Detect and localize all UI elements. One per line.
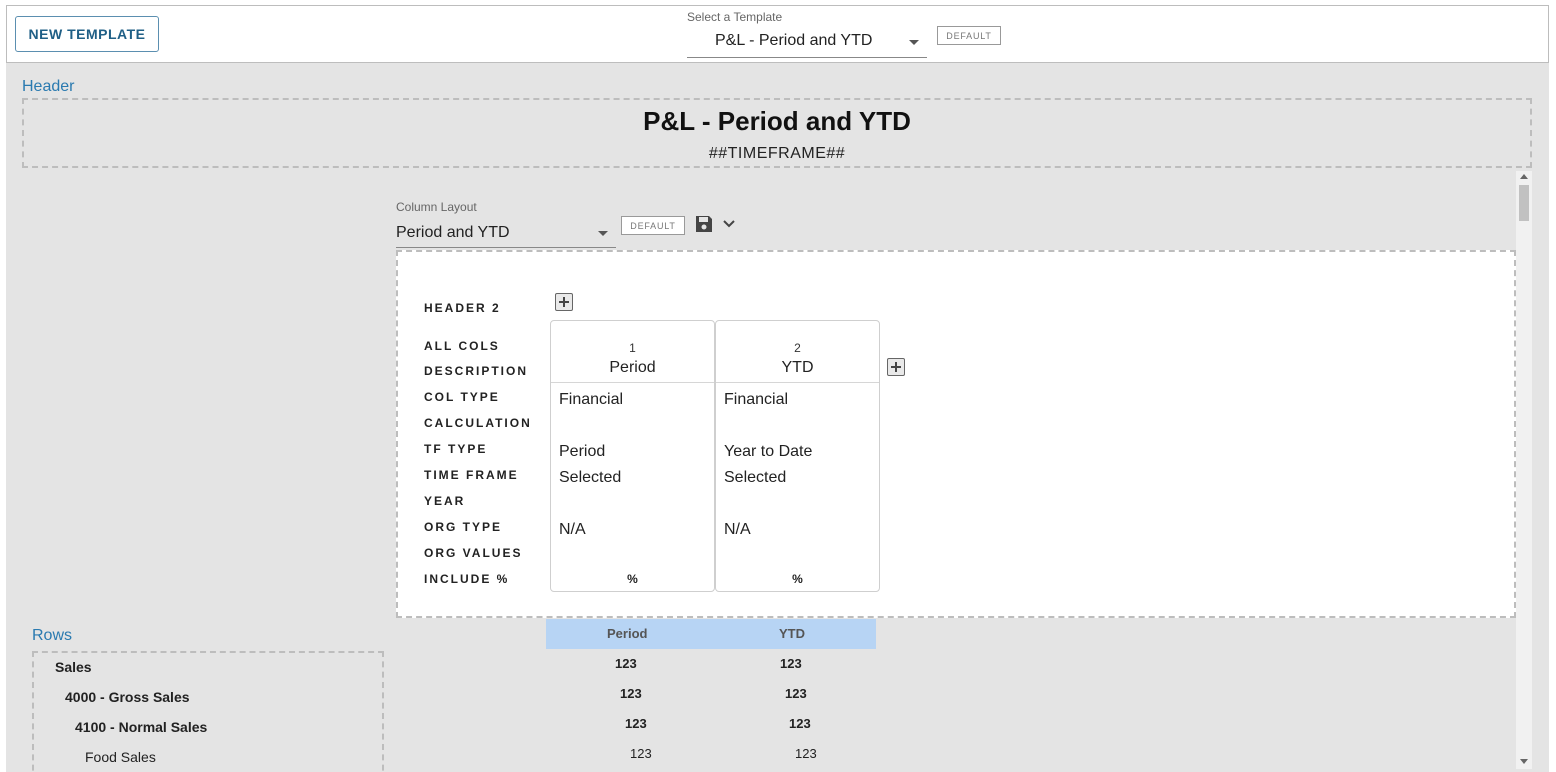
grid-header-ytd: YTD: [779, 626, 805, 641]
column-org-type: N/A: [559, 521, 586, 538]
row-label-col-type: COL TYPE: [424, 390, 500, 404]
grid-cell: 123: [615, 656, 637, 671]
rows-section-label: Rows: [32, 627, 73, 644]
report-title: P&L - Period and YTD: [643, 106, 911, 136]
template-select[interactable]: Select a Template P&L - Period and YTD: [687, 10, 927, 58]
template-editor-canvas: Header P&L - Period and YTD ##TIMEFRAME#…: [6, 63, 1549, 772]
row-label-org-type: ORG TYPE: [424, 520, 503, 534]
grid-cell: 123: [630, 746, 652, 761]
column-number: 1: [629, 341, 636, 355]
include-percent-icon[interactable]: %: [551, 572, 714, 586]
row-label-calculation: CALCULATION: [424, 416, 532, 430]
dropdown-caret-icon: [598, 231, 608, 236]
scroll-up-arrow-icon[interactable]: [1520, 174, 1528, 179]
template-default-badge[interactable]: DEFAULT: [937, 26, 1001, 45]
dropdown-caret-icon: [909, 40, 919, 45]
column-tf-type: Period: [559, 443, 606, 460]
vertical-scrollbar[interactable]: [1516, 171, 1532, 769]
column-col-type: Financial: [724, 391, 789, 408]
add-column-plus-icon[interactable]: [887, 358, 905, 376]
row-label-description: DESCRIPTION: [424, 364, 529, 378]
row-label-all-cols: ALL COLS: [424, 339, 500, 353]
save-icon[interactable]: [695, 215, 713, 233]
column-number: 2: [794, 341, 801, 355]
header-dropzone[interactable]: P&L - Period and YTD ##TIMEFRAME##: [22, 98, 1532, 168]
row-item-gross-sales[interactable]: 4000 - Gross Sales: [65, 689, 190, 705]
divider: [551, 382, 714, 383]
column-col-type: Financial: [559, 391, 624, 408]
row-item-sales[interactable]: Sales: [55, 659, 92, 675]
column-layout-default-badge[interactable]: DEFAULT: [621, 216, 685, 235]
grid-header-period: Period: [607, 626, 648, 641]
grid-cell: 123: [795, 746, 817, 761]
row-label-time-frame: TIME FRAME: [424, 468, 519, 482]
rows-dropzone: Sales 4000 - Gross Sales 4100 - Normal S…: [32, 651, 384, 772]
report-subtitle: ##TIMEFRAME##: [708, 145, 846, 162]
column-description: YTD: [781, 359, 814, 376]
grid-cell: 123: [780, 656, 802, 671]
include-percent-icon[interactable]: %: [716, 572, 879, 586]
row-item-normal-sales[interactable]: 4100 - Normal Sales: [75, 719, 207, 735]
divider: [716, 382, 879, 383]
select-underline: [687, 57, 927, 58]
grid-cell: 123: [789, 716, 811, 731]
chevron-down-icon[interactable]: [722, 218, 736, 230]
add-header-plus-icon[interactable]: [555, 293, 573, 311]
row-label-tf-type: TF TYPE: [424, 442, 488, 456]
scroll-down-arrow-icon[interactable]: [1520, 759, 1528, 764]
column-definition-dropzone: HEADER 2 ALL COLS DESCRIPTION COL TYPE C…: [396, 250, 1516, 618]
column-description: Period: [609, 359, 656, 376]
grid-cell: 123: [625, 716, 647, 731]
column-time-frame: Selected: [724, 469, 787, 486]
top-toolbar: NEW TEMPLATE Select a Template P&L - Per…: [6, 5, 1549, 63]
row-label-header-2: HEADER 2: [424, 301, 501, 315]
new-template-button[interactable]: NEW TEMPLATE: [15, 16, 159, 52]
column-layout-select[interactable]: Column Layout Period and YTD: [396, 200, 616, 248]
column-layout-value: Period and YTD: [396, 224, 510, 241]
scrollbar-thumb[interactable]: [1519, 185, 1529, 221]
column-time-frame: Selected: [559, 469, 622, 486]
template-select-value: P&L - Period and YTD: [715, 32, 873, 49]
select-underline: [396, 247, 616, 248]
column-layout-label: Column Layout: [396, 200, 477, 214]
column-tf-type: Year to Date: [724, 443, 813, 460]
template-select-label: Select a Template: [687, 10, 783, 24]
row-label-year: YEAR: [424, 494, 466, 508]
column-card-period[interactable]: 1 Period Financial Period Selected N/A %: [550, 320, 715, 592]
row-item-food-sales[interactable]: Food Sales: [85, 749, 156, 765]
preview-grid-header: Period YTD: [546, 619, 876, 649]
grid-cell: 123: [620, 686, 642, 701]
grid-cell: 123: [785, 686, 807, 701]
row-label-org-values: ORG VALUES: [424, 546, 523, 560]
row-label-include-pct: INCLUDE %: [424, 572, 510, 586]
header-section-label: Header: [22, 78, 75, 95]
column-card-ytd[interactable]: 2 YTD Financial Year to Date Selected N/…: [715, 320, 880, 592]
column-org-type: N/A: [724, 521, 751, 538]
